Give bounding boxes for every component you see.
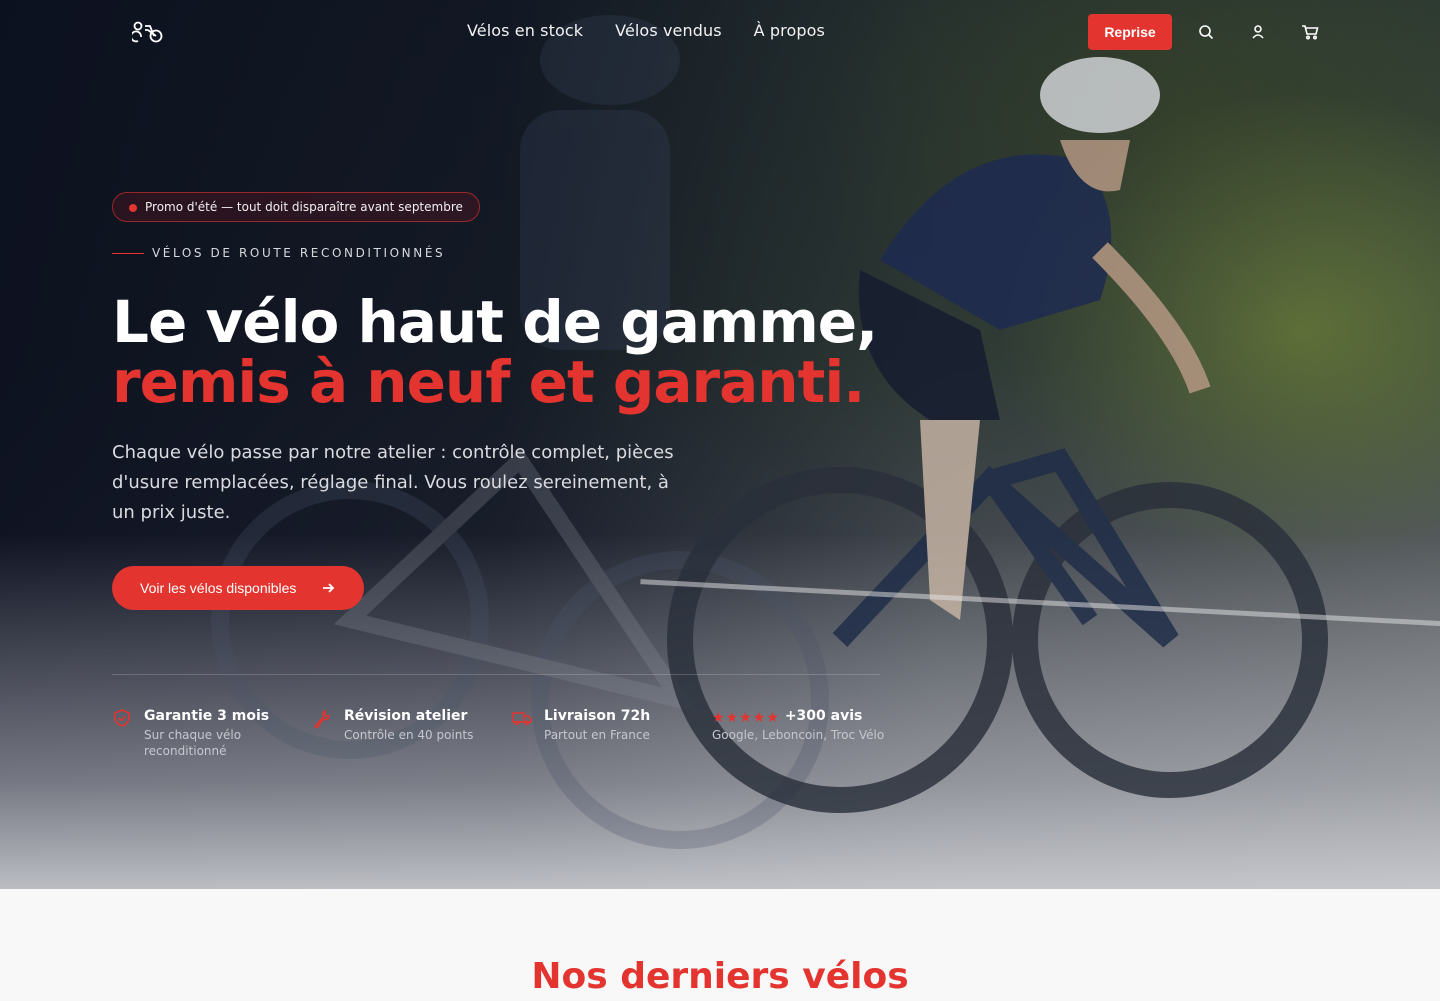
hero-section: Vélos en stock Vélos vendus À propos Rep… — [0, 0, 1440, 889]
feature-subtitle: Partout en France — [544, 728, 650, 742]
promo-text: Promo d'été — tout doit disparaître avan… — [145, 200, 463, 214]
feature-garantie: Garantie 3 mois Sur chaque vélo recondit… — [112, 706, 282, 759]
feature-livraison: Livraison 72h Partout en France — [512, 706, 682, 743]
main-nav-links: Vélos en stock Vélos vendus À propos — [467, 21, 825, 40]
hero-title-line1: Le vélo haut de gamme, — [112, 288, 878, 356]
star-icon: ★ — [739, 709, 752, 726]
truck-icon — [512, 708, 532, 728]
feature-subtitle: Sur chaque vélo reconditionné — [144, 728, 242, 758]
nav-link-a-propos[interactable]: À propos — [754, 21, 825, 40]
feature-subtitle: Contrôle en 40 points — [344, 728, 474, 742]
hero-divider — [112, 674, 880, 675]
star-icon: ★ — [752, 709, 766, 726]
search-icon[interactable] — [1196, 22, 1216, 42]
section-title: Nos derniers vélos — [531, 956, 909, 997]
cta-label: Voir les vélos disponibles — [140, 580, 297, 596]
voir-velos-button[interactable]: Voir les vélos disponibles — [112, 566, 364, 610]
reprise-button[interactable]: Reprise — [1088, 14, 1172, 50]
rating-stars: ★ ★ ★ ★ ★ — [712, 711, 779, 725]
promo-badge: Promo d'été — tout doit disparaître avan… — [112, 192, 480, 222]
shield-check-icon — [112, 708, 132, 728]
feature-title: Révision atelier — [344, 708, 468, 724]
eyebrow-line — [112, 252, 144, 254]
cart-icon[interactable] — [1300, 22, 1320, 42]
nav-link-velos-en-stock[interactable]: Vélos en stock — [467, 21, 583, 40]
hero-title: Le vélo haut de gamme, remis à neuf et g… — [112, 288, 878, 416]
eyebrow-text: VÉLOS DE ROUTE RECONDITIONNÉS — [152, 246, 446, 260]
star-icon: ★ — [725, 709, 739, 726]
bicycle-logo-icon[interactable] — [130, 20, 164, 44]
wrench-icon — [312, 708, 332, 730]
user-icon[interactable] — [1248, 22, 1268, 42]
top-navbar: Vélos en stock Vélos vendus À propos Rep… — [0, 0, 1440, 64]
feature-title: Livraison 72h — [544, 708, 651, 724]
star-icon: ★ — [712, 709, 725, 726]
nav-link-velos-vendus[interactable]: Vélos vendus — [615, 21, 722, 40]
arrow-right-icon — [320, 580, 336, 596]
latest-bikes-section: Nos derniers vélos — [0, 889, 1440, 1000]
feature-avis: ★ ★ ★ ★ ★ +300 avis Google, Leboncoin, T… — [712, 706, 892, 743]
promo-dot — [129, 204, 137, 212]
star-icon: ★ — [766, 709, 779, 726]
feature-title: Garantie 3 mois — [144, 708, 270, 724]
hero-lead-text: Chaque vélo passe par notre atelier : co… — [112, 442, 674, 523]
hero-title-line2: remis à neuf et garanti. — [112, 348, 865, 416]
feature-subtitle: Google, Leboncoin, Troc Vélo — [712, 728, 885, 742]
feature-title: +300 avis — [784, 708, 863, 724]
hero-eyebrow: VÉLOS DE ROUTE RECONDITIONNÉS — [112, 246, 445, 260]
feature-revision: Révision atelier Contrôle en 40 points — [312, 706, 492, 743]
